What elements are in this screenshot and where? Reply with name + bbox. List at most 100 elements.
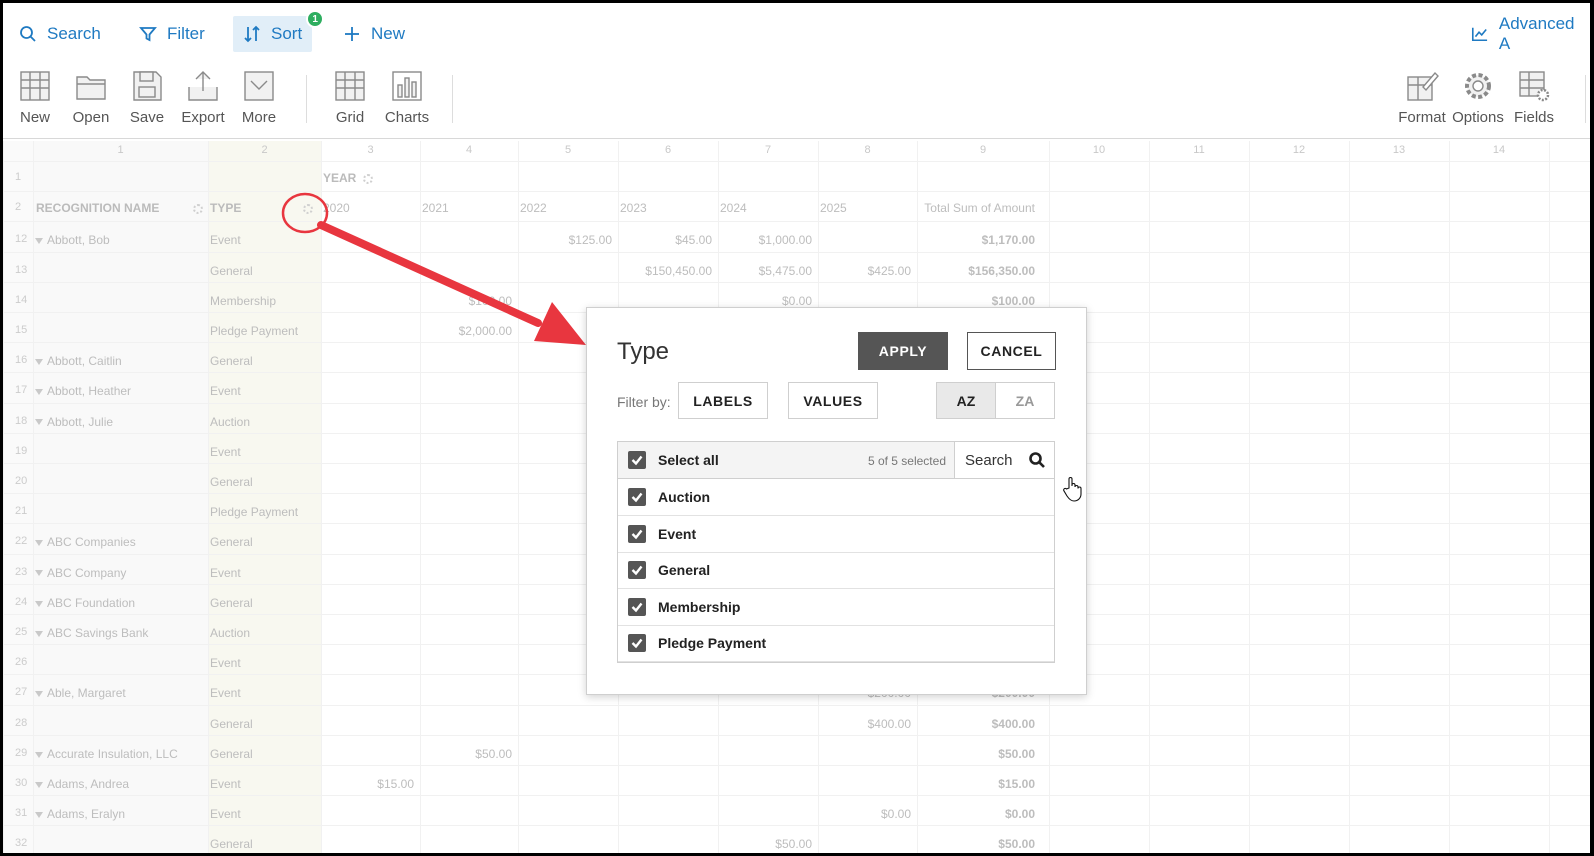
option-checkbox[interactable]	[628, 561, 646, 580]
expand-triangle-icon[interactable]	[35, 389, 43, 396]
expand-triangle-icon[interactable]	[35, 570, 43, 577]
row-number: 27	[15, 686, 28, 699]
toolbar-save[interactable]: Save	[118, 69, 176, 126]
amount-cell: $15.00	[377, 777, 414, 791]
row-line	[3, 734, 1590, 736]
row-number: 28	[15, 716, 28, 729]
recognition-name-cell[interactable]: Adams, Eralyn	[35, 807, 125, 821]
grid-line	[1149, 141, 1150, 853]
sort-za-button[interactable]: ZA	[996, 383, 1054, 418]
option-checkbox[interactable]	[628, 634, 646, 653]
recognition-name-cell[interactable]: ABC Foundation	[35, 596, 135, 610]
toolbar-format[interactable]: Format	[1393, 69, 1451, 126]
recognition-name-cell[interactable]: Able, Margaret	[35, 686, 126, 700]
type-cell: Event	[210, 384, 241, 399]
row-number: 30	[15, 777, 28, 789]
expand-triangle-icon[interactable]	[35, 600, 43, 607]
toolbar-open[interactable]: Open	[62, 69, 120, 126]
year-gear-icon[interactable]	[363, 174, 373, 184]
option-label: Auction	[658, 489, 711, 505]
amount-cell: $45.00	[675, 233, 712, 248]
recognition-name-cell[interactable]: Abbott, Heather	[35, 384, 131, 398]
apply-button[interactable]: APPLY	[858, 332, 948, 370]
toolbar-grid[interactable]: Grid	[321, 69, 379, 126]
recognition-name-cell[interactable]: ABC Companies	[35, 535, 136, 549]
option-checkbox[interactable]	[628, 597, 646, 616]
recognition-name-cell[interactable]: ABC Savings Bank	[35, 626, 148, 640]
type-option-row[interactable]: Auction	[618, 479, 1054, 516]
row-number: 15	[15, 324, 28, 336]
sort-button[interactable]: Sort 1	[233, 10, 325, 52]
type-cell: Event	[210, 807, 241, 822]
column-number: 14	[1492, 144, 1506, 156]
expand-triangle-icon[interactable]	[35, 238, 43, 245]
sort-az-button[interactable]: AZ	[937, 383, 996, 418]
total-cell: $400.00	[991, 716, 1035, 731]
expand-triangle-icon[interactable]	[35, 812, 43, 819]
expand-triangle-icon[interactable]	[35, 691, 43, 698]
recognition-name-cell[interactable]: Abbott, Caitlin	[35, 354, 122, 368]
type-cell: Event	[210, 444, 241, 459]
type-cell: General	[210, 837, 253, 852]
select-all-row[interactable]: Select all 5 of 5 selected Search	[618, 442, 1054, 479]
column-number: 9	[979, 144, 987, 156]
expand-triangle-icon[interactable]	[35, 751, 43, 758]
grid-line	[1349, 141, 1350, 853]
grid-line	[1249, 141, 1250, 853]
grid-line	[1449, 141, 1450, 853]
recognition-name-cell[interactable]: ABC Company	[35, 566, 126, 580]
toolbar-charts[interactable]: Charts	[378, 69, 436, 126]
labels-button[interactable]: LABELS	[678, 382, 768, 419]
fields-icon	[1519, 71, 1550, 102]
new-grid-icon	[20, 71, 50, 101]
recognition-name-cell[interactable]: Abbott, Bob	[35, 233, 110, 247]
amount-cell: $0.00	[781, 293, 812, 308]
recognition-name-cell[interactable]: Accurate Insulation, LLC	[35, 747, 178, 761]
search-input[interactable]: Search	[954, 442, 1054, 478]
amount-cell: $50.00	[775, 837, 812, 852]
dialog-title: Type	[617, 338, 670, 365]
type-filter-dialog: Type APPLY CANCEL Filter by: LABELS VALU…	[586, 307, 1087, 695]
type-option-row[interactable]: General	[618, 552, 1054, 590]
toolbar-divider	[306, 75, 307, 123]
advanced-button[interactable]: Advanced A	[1461, 14, 1590, 53]
new-button[interactable]: New	[333, 16, 415, 52]
filter-button[interactable]: Filter	[129, 16, 215, 52]
type-header: TYPE	[210, 201, 242, 216]
amount-cell: $1,000.00	[758, 233, 812, 248]
expand-triangle-icon[interactable]	[35, 781, 43, 788]
amount-cell: $150,450.00	[645, 263, 712, 278]
row-number: 31	[15, 807, 28, 820]
option-checkbox[interactable]	[628, 488, 646, 506]
type-option-row[interactable]: Pledge Payment	[618, 625, 1054, 663]
values-button[interactable]: VALUES	[788, 382, 878, 419]
search-icon	[20, 26, 36, 42]
row-number: 32	[15, 837, 28, 850]
type-option-row[interactable]: Event	[618, 516, 1054, 553]
column-number: 5	[564, 144, 572, 156]
recognition-name-cell[interactable]: Adams, Andrea	[35, 777, 129, 791]
expand-triangle-icon[interactable]	[35, 359, 43, 366]
toolbar-export[interactable]: Export	[174, 69, 232, 126]
total-cell: $50.00	[998, 837, 1035, 852]
selected-count: 5 of 5 selected	[867, 454, 946, 468]
type-cell: General	[210, 595, 253, 610]
column-number: 10	[1092, 144, 1106, 156]
select-all-checkbox[interactable]	[628, 451, 646, 469]
grid-line	[208, 141, 209, 853]
type-option-row[interactable]: Membership	[618, 589, 1054, 626]
search-icon[interactable]	[1028, 451, 1046, 469]
toolbar-more[interactable]: More	[230, 69, 288, 126]
toolbar-new[interactable]: New	[6, 69, 64, 126]
expand-triangle-icon[interactable]	[35, 540, 43, 547]
search-button[interactable]: Search	[9, 16, 111, 52]
top-bar: Search Filter Sort 1 New Advanced A	[3, 3, 1590, 63]
toolbar-options[interactable]: Options	[1449, 69, 1507, 126]
filter-label: Filter	[167, 24, 205, 43]
option-checkbox[interactable]	[628, 524, 646, 543]
toolbar-fields[interactable]: Fields	[1505, 69, 1563, 126]
cancel-button[interactable]: CANCEL	[967, 332, 1056, 370]
expand-triangle-icon[interactable]	[35, 419, 43, 426]
recognition-name-cell[interactable]: Abbott, Julie	[35, 415, 113, 429]
expand-triangle-icon[interactable]	[35, 630, 43, 637]
